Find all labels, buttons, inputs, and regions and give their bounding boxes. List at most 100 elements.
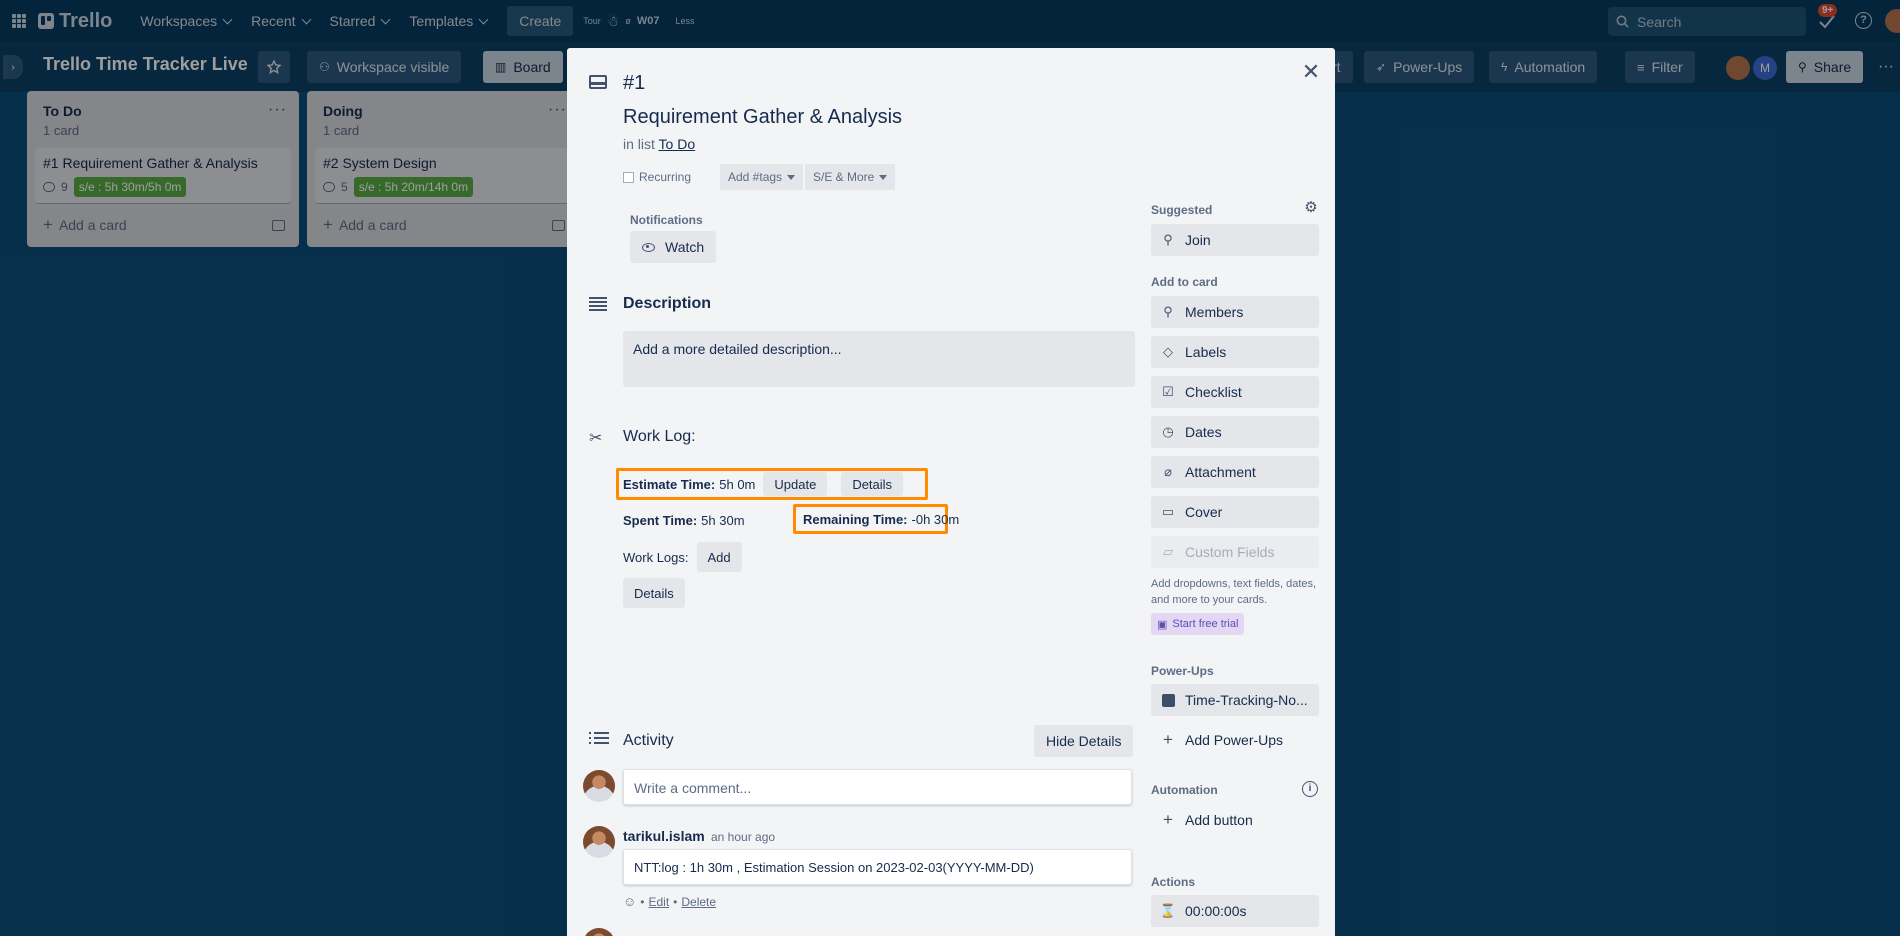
caret-down-icon xyxy=(879,174,888,180)
card-number: #1 xyxy=(623,72,646,94)
checkbox-icon xyxy=(623,171,634,183)
timer-label: 00:00:00s xyxy=(1185,903,1247,919)
add-button-label: Add button xyxy=(1185,812,1253,828)
close-icon[interactable]: ✕ xyxy=(1299,60,1323,84)
estimate-label: Estimate Time: xyxy=(623,476,716,492)
estimate-details-button[interactable]: Details xyxy=(841,472,904,496)
remaining-label: Remaining Time: xyxy=(803,511,908,527)
current-user-avatar xyxy=(583,770,615,802)
spent-row: Spent Time: 5h 30m xyxy=(623,505,745,535)
members-label: Members xyxy=(1185,304,1244,320)
spent-value: 5h 30m xyxy=(701,512,745,528)
cover-label: Cover xyxy=(1185,504,1223,520)
comment-actions: ☺ • Edit • Delete xyxy=(623,894,716,909)
watch-label: Watch xyxy=(665,239,705,255)
description-icon xyxy=(589,297,607,311)
cover-icon: ▭ xyxy=(1161,504,1175,519)
plus-icon: + xyxy=(1163,730,1173,749)
comment-body: NTT:log : 1h 30m , Estimation Session on… xyxy=(623,849,1132,885)
attachment-label: Attachment xyxy=(1185,464,1256,480)
checklist-button[interactable]: ☑ Checklist xyxy=(1151,376,1319,408)
person-icon: ⚲ xyxy=(1163,304,1173,319)
custom-fields-note: Add dropdowns, text fields, dates, and m… xyxy=(1151,578,1317,606)
add-power-ups-label: Add Power-Ups xyxy=(1185,732,1284,748)
worklog-title: Work Log: xyxy=(623,428,696,445)
description-input[interactable]: Add a more detailed description... xyxy=(623,331,1135,387)
labels-button[interactable]: ◇ Labels xyxy=(1151,336,1319,368)
add-worklog-button[interactable]: Add xyxy=(696,542,742,572)
eye-icon xyxy=(642,242,655,252)
custom-fields-button[interactable]: ▱ Custom Fields xyxy=(1151,536,1319,568)
join-label: Join xyxy=(1185,232,1211,248)
notifications-label: Notifications xyxy=(630,213,703,227)
emoji-reaction-icon[interactable]: ☺ xyxy=(623,894,636,909)
clock-icon: ◷ xyxy=(1162,424,1174,439)
briefcase-icon: ▣ xyxy=(1157,618,1168,631)
recurring-checkbox[interactable]: Recurring xyxy=(623,170,691,184)
checkbox-icon: ☑ xyxy=(1162,384,1174,399)
add-tags-label: Add #tags xyxy=(728,170,783,184)
caret-down-icon xyxy=(787,174,796,180)
attachment-button[interactable]: ⌀ Attachment xyxy=(1151,456,1319,488)
commenter-avatar[interactable] xyxy=(583,826,615,858)
next-commenter-avatar xyxy=(583,928,615,936)
power-ups-label: Power-Ups xyxy=(1151,664,1214,678)
add-automation-button[interactable]: + Add button xyxy=(1151,804,1319,836)
time-tracking-powerup-button[interactable]: Time-Tracking-No... xyxy=(1151,684,1319,716)
watch-button[interactable]: Watch xyxy=(630,231,717,263)
start-trial-button[interactable]: ▣ Start free trial xyxy=(1151,613,1245,635)
edit-comment-link[interactable]: Edit xyxy=(648,895,669,909)
person-icon: ⚲ xyxy=(1163,232,1173,247)
in-list-text: in list To Do xyxy=(623,136,695,152)
remaining-value: -0h 30m xyxy=(911,511,960,527)
tag-icon: ◇ xyxy=(1163,344,1173,359)
checklist-label: Checklist xyxy=(1185,384,1242,400)
powerup-icon xyxy=(1161,693,1175,707)
recurring-label: Recurring xyxy=(639,170,692,184)
comment-timestamp[interactable]: an hour ago xyxy=(711,830,775,844)
worklogs-label: Work Logs: xyxy=(623,549,689,565)
delete-comment-link[interactable]: Delete xyxy=(681,895,716,909)
comment-input[interactable]: Write a comment... xyxy=(623,769,1132,805)
card-title[interactable]: Requirement Gather & Analysis xyxy=(623,106,902,129)
hourglass-icon: ⌛ xyxy=(1159,903,1177,918)
labels-label: Labels xyxy=(1185,344,1227,360)
time-tracking-label: Time-Tracking-No... xyxy=(1185,692,1308,708)
dates-label: Dates xyxy=(1185,424,1222,440)
add-tags-button[interactable]: Add #tags xyxy=(720,164,804,190)
separator-dot: • xyxy=(640,894,645,909)
add-power-ups-button[interactable]: + Add Power-Ups xyxy=(1151,724,1319,756)
cover-button[interactable]: ▭ Cover xyxy=(1151,496,1319,528)
join-button[interactable]: ⚲ Join xyxy=(1151,224,1319,256)
members-button[interactable]: ⚲ Members xyxy=(1151,296,1319,328)
estimate-row: Estimate Time: 5h 0m Update Details xyxy=(623,469,904,499)
se-more-button[interactable]: S/E & More xyxy=(805,164,896,190)
dates-button[interactable]: ◷ Dates xyxy=(1151,416,1319,448)
suggested-label: Suggested xyxy=(1151,203,1213,217)
activity-title: Activity xyxy=(623,732,674,749)
spent-label: Spent Time: xyxy=(623,512,698,528)
se-more-label: S/E & More xyxy=(813,170,875,184)
remaining-row: Remaining Time: -0h 30m xyxy=(803,505,959,533)
estimate-value: 5h 0m xyxy=(719,476,756,492)
list-link[interactable]: To Do xyxy=(659,136,696,152)
plus-icon: + xyxy=(1163,810,1173,829)
update-button[interactable]: Update xyxy=(763,472,828,496)
hide-details-button[interactable]: Hide Details xyxy=(1034,725,1134,757)
timer-button[interactable]: ⌛ 00:00:00s xyxy=(1151,895,1319,927)
tools-icon: ✂ xyxy=(589,430,603,447)
worklogs-row: Work Logs: Add xyxy=(623,542,742,572)
card-icon xyxy=(589,75,607,89)
info-icon[interactable]: i xyxy=(1302,781,1318,797)
start-trial-label: Start free trial xyxy=(1172,618,1239,630)
folder-icon: ▱ xyxy=(1163,544,1173,559)
worklog-details-button[interactable]: Details xyxy=(623,578,685,608)
description-title: Description xyxy=(623,295,712,312)
gear-icon[interactable]: ⚙ xyxy=(1303,200,1319,216)
add-to-card-label: Add to card xyxy=(1151,275,1218,289)
automation-label: Automation xyxy=(1151,783,1218,797)
in-list-prefix: in list xyxy=(623,136,655,152)
comment-username[interactable]: tarikul.islam xyxy=(623,828,705,844)
paperclip-icon: ⌀ xyxy=(1164,464,1172,479)
custom-fields-label: Custom Fields xyxy=(1185,544,1275,560)
